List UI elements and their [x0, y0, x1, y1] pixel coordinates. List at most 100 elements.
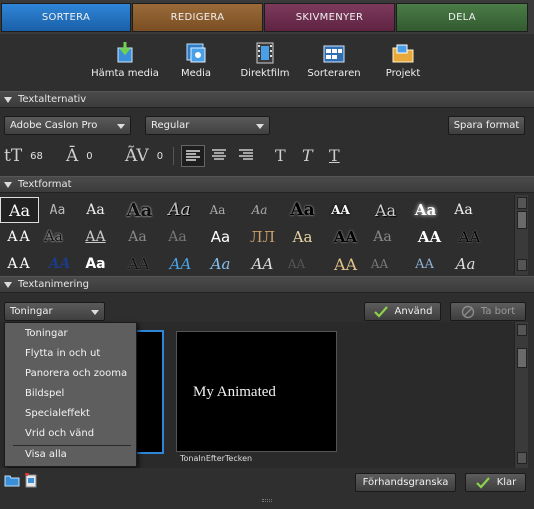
menu-item-fly-in-out[interactable]: Flytta in och ut — [25, 348, 100, 359]
sorter-button[interactable]: Sorteraren — [299, 42, 369, 79]
text-animation-header[interactable]: Textanimering — [0, 276, 534, 293]
font-style-value: Regular — [151, 120, 190, 131]
text-style-swatch[interactable]: Aa — [34, 224, 73, 250]
animation-category-dropdown[interactable]: Toningar — [4, 302, 105, 321]
text-options-title: Textalternativ — [18, 94, 87, 105]
font-size-control[interactable]: tT 68 — [4, 144, 43, 168]
save-format-button[interactable]: Spara format — [448, 116, 525, 135]
text-style-swatch[interactable]: Aa — [120, 197, 159, 223]
text-style-swatch[interactable]: Aa — [201, 224, 240, 250]
remove-button[interactable]: Ta bort — [450, 302, 526, 321]
italic-text-icon[interactable]: T — [302, 146, 313, 165]
text-style-swatch[interactable]: AA — [410, 224, 449, 250]
text-style-swatch[interactable]: AA — [76, 224, 115, 250]
text-style-swatch[interactable]: Aa — [76, 251, 115, 277]
bottom-bar: Förhandsgranska Klar — [0, 468, 534, 509]
preview-button[interactable]: Förhandsgranska — [355, 473, 456, 492]
apply-button[interactable]: Använd — [364, 302, 441, 321]
scroll-up-button[interactable] — [517, 324, 527, 336]
menu-item-show-all[interactable]: Visa alla — [25, 449, 67, 460]
align-left-button[interactable] — [181, 145, 205, 167]
text-style-swatch[interactable]: Aa — [118, 224, 157, 250]
text-style-swatch[interactable]: Aa — [283, 224, 322, 250]
scroll-down-button[interactable] — [517, 259, 527, 271]
animation-preview-text: My Animated — [193, 384, 276, 400]
text-style-swatch[interactable]: Aa — [283, 197, 322, 223]
sorter-label: Sorteraren — [307, 68, 361, 79]
media-button[interactable]: Media — [161, 42, 231, 79]
menu-item-special-effect[interactable]: Specialeffekt — [25, 408, 90, 419]
text-style-swatch[interactable]: AA — [0, 251, 39, 277]
text-style-swatch[interactable]: AA — [321, 197, 360, 223]
project-button[interactable]: Projekt — [368, 42, 438, 79]
font-style-dropdown[interactable]: Regular — [145, 116, 270, 135]
text-style-swatch[interactable]: AA — [450, 224, 489, 250]
tab-redigera[interactable]: REDIGERA — [132, 3, 263, 32]
text-style-swatch[interactable]: Aa — [198, 197, 237, 223]
text-options-header[interactable]: Textalternativ — [0, 91, 534, 108]
text-style-swatch[interactable]: Aa — [38, 197, 77, 223]
preview-label: Förhandsgranska — [362, 477, 449, 488]
text-style-swatch[interactable]: AA — [360, 251, 399, 277]
done-button[interactable]: Klar — [465, 473, 526, 492]
text-style-swatch[interactable]: AA — [405, 251, 444, 277]
text-style-swatch[interactable]: Aa — [406, 197, 445, 223]
scroll-up-button[interactable] — [517, 197, 527, 209]
instant-movie-label: Direktfilm — [240, 68, 290, 79]
menu-item-pan-zoom[interactable]: Panorera och zooma — [25, 368, 127, 379]
leading-control[interactable]: Ā 0 — [66, 144, 93, 168]
collapse-triangle-icon — [4, 181, 12, 188]
text-style-swatch[interactable]: AA — [277, 251, 316, 277]
text-style-swatch[interactable]: Aa — [76, 197, 115, 223]
text-style-swatch[interactable]: Aa — [366, 197, 405, 223]
horizontal-text-icon[interactable]: T — [275, 146, 286, 165]
align-right-icon — [239, 149, 253, 160]
folder-icon[interactable] — [4, 473, 20, 490]
tracking-value: 0 — [156, 150, 164, 162]
font-size-icon: tT — [4, 146, 23, 166]
download-media-icon — [113, 42, 137, 64]
tab-skivmenyer[interactable]: SKIVMENYER — [264, 3, 395, 32]
text-style-swatch[interactable]: Aa — [158, 224, 197, 250]
scroll-thumb[interactable] — [517, 211, 527, 229]
tracking-control[interactable]: ÃV 0 — [125, 144, 163, 168]
text-style-swatch[interactable]: Aa — [0, 197, 39, 223]
leading-icon: Ā — [66, 146, 79, 166]
instant-movie-button[interactable]: Direktfilm — [230, 42, 300, 79]
text-style-swatch[interactable]: Aa — [446, 251, 485, 277]
underline-text-icon[interactable]: T — [329, 146, 340, 165]
text-style-grid: Aa Aa Aa Aa Aa Aa Aa Aa AA Aa Aa Aa AA A… — [0, 195, 514, 275]
tab-dela[interactable]: DELA — [396, 3, 528, 32]
animation-thumbnail[interactable]: My Animated — [176, 331, 337, 452]
resize-grip[interactable] — [262, 499, 272, 502]
get-media-button[interactable]: Hämta media — [90, 42, 160, 79]
text-style-swatch[interactable]: AA — [326, 224, 365, 250]
tab-sortera[interactable]: SORTERA — [1, 3, 131, 32]
font-family-dropdown[interactable]: Adobe Caslon Pro — [4, 116, 131, 135]
text-style-swatch[interactable]: Aa — [240, 197, 279, 223]
text-style-swatch[interactable]: Aa — [201, 251, 240, 277]
text-style-swatch[interactable]: AA — [119, 251, 158, 277]
menu-item-slideshow[interactable]: Bildspel — [25, 388, 64, 399]
tab-dela-label: DELA — [448, 12, 476, 23]
align-right-button[interactable] — [235, 145, 259, 167]
text-format-scrollbar[interactable] — [514, 195, 528, 275]
text-style-swatch[interactable]: Aa — [444, 197, 483, 223]
menu-separator — [13, 445, 131, 446]
menu-item-rotate-flip[interactable]: Vrid och vänd — [25, 428, 94, 439]
text-style-swatch[interactable]: ЛЛ — [243, 224, 282, 250]
text-style-swatch[interactable]: Aa — [363, 224, 402, 250]
scroll-thumb[interactable] — [517, 348, 527, 368]
animation-scrollbar[interactable] — [514, 322, 528, 468]
align-center-button[interactable] — [208, 145, 232, 167]
scroll-down-button[interactable] — [517, 452, 527, 464]
text-style-swatch[interactable]: Aa — [160, 197, 199, 223]
text-style-swatch[interactable]: AA — [40, 251, 79, 277]
new-item-icon[interactable] — [24, 472, 38, 491]
text-style-swatch[interactable]: AA — [161, 251, 200, 277]
text-format-header[interactable]: Textformat — [0, 176, 534, 193]
checkmark-icon — [475, 476, 490, 489]
menu-item-fades[interactable]: Toningar — [25, 328, 68, 339]
collapse-triangle-icon — [4, 96, 12, 103]
animation-caption: TonaInEfterTecken — [180, 454, 253, 463]
